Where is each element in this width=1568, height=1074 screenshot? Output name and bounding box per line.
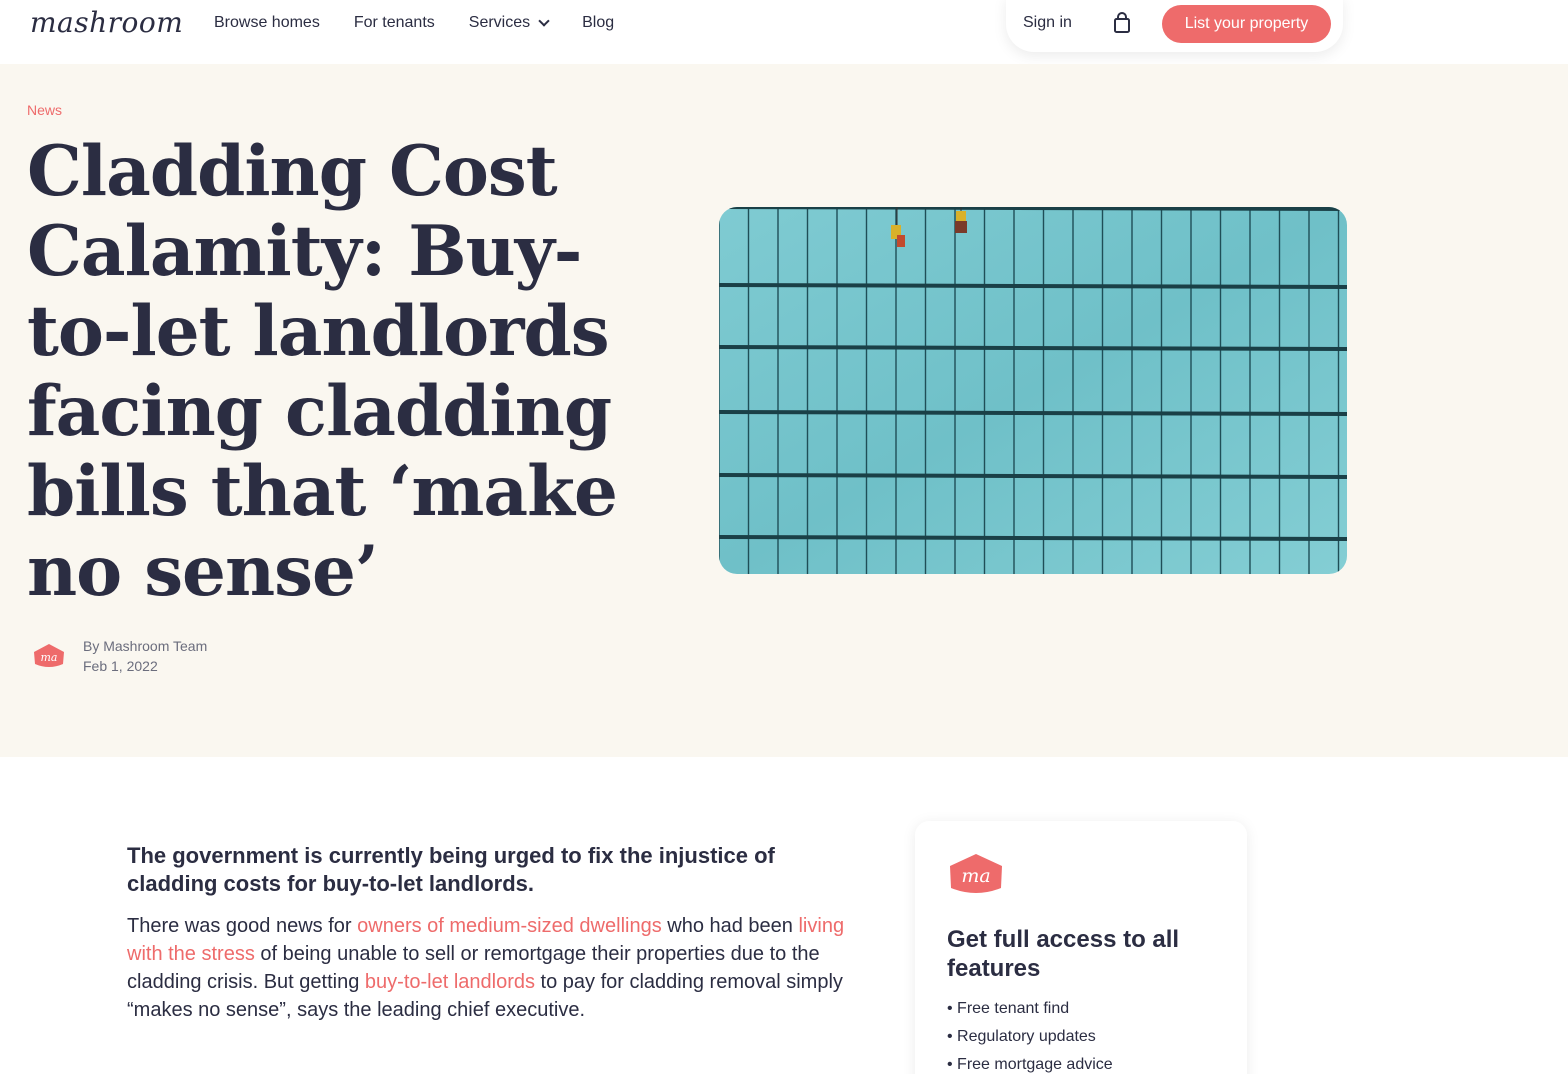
shopping-bag-icon[interactable] [1112, 12, 1132, 34]
mashroom-logo-icon: ma [950, 854, 1002, 893]
nav-browse-homes[interactable]: Browse homes [214, 14, 320, 32]
site-header: mashroom Browse homes For tenants Servic… [0, 0, 1568, 64]
article-title: Cladding Cost Calamity: Buy-to-let landl… [27, 131, 618, 612]
nav-for-tenants[interactable]: For tenants [354, 14, 435, 32]
article-category[interactable]: News [27, 102, 62, 118]
article-paragraph: There was good news for owners of medium… [127, 912, 847, 1024]
para-text-1: There was good news for [127, 915, 358, 937]
site-logo[interactable]: mashroom [30, 6, 183, 39]
sign-in-link[interactable]: Sign in [1023, 14, 1072, 32]
nav-blog[interactable]: Blog [582, 14, 614, 32]
author-avatar-text: ma [41, 651, 58, 664]
signup-card: ma Get full access to all features • Fre… [915, 821, 1247, 1074]
feature-item: • Free mortgage advice [947, 1056, 1113, 1073]
link-medium-sized-dwellings[interactable]: owners of medium-sized dwellings [357, 915, 662, 937]
hero-image [719, 207, 1347, 574]
chevron-down-icon [538, 15, 550, 27]
card-logo-text: ma [961, 865, 990, 887]
para-text-2: who had been [661, 915, 799, 937]
feature-item: • Free tenant find [947, 1000, 1070, 1017]
nav-services-label: Services [468, 14, 531, 31]
feature-list: • Free tenant find • Regulatory updates … [947, 995, 1113, 1074]
author-name: By Mashroom Team [83, 638, 208, 654]
author-avatar: ma [34, 644, 64, 667]
card-title: Get full access to all features [947, 926, 1180, 982]
link-buy-to-let-landlords[interactable]: buy-to-let landlords [365, 971, 535, 993]
main-nav: Browse homes For tenants Services Blog [214, 14, 614, 32]
article-lead: The government is currently being urged … [127, 843, 775, 896]
building-facade-image [719, 207, 1347, 574]
list-your-property-button[interactable]: List your property [1162, 5, 1331, 43]
feature-item: • Regulatory updates [947, 1028, 1096, 1045]
nav-services[interactable]: Services [468, 14, 550, 32]
publish-date: Feb 1, 2022 [83, 658, 158, 674]
